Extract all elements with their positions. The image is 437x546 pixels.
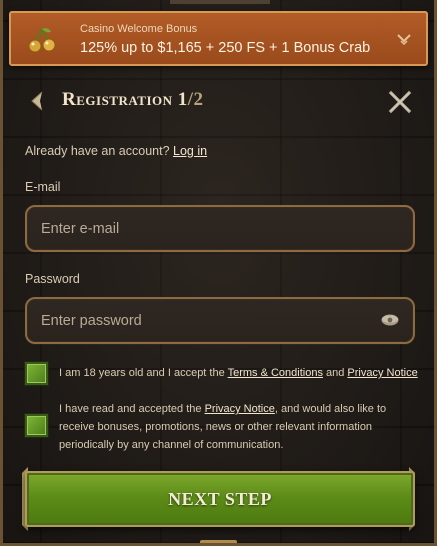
bottom-ornament [200,540,237,546]
arrow-left-icon[interactable] [28,90,48,112]
cherry-icon [28,28,56,53]
terms-checkbox[interactable] [25,362,48,385]
marketing-checkbox[interactable] [25,414,48,437]
step-indicator: /2 [187,89,204,110]
next-step-button[interactable]: NEXT STEP [25,471,415,527]
email-field[interactable] [41,207,371,250]
login-link[interactable]: Log in [173,144,207,158]
terms-consent-text: I am 18 years old and I accept the Terms… [59,364,419,382]
email-field-wrapper[interactable] [25,205,415,252]
login-prompt-text: Already have an account? [25,144,170,158]
login-prompt: Already have an account? Log in [25,144,207,158]
privacy-notice-link[interactable]: Privacy Notice [347,367,417,379]
welcome-bonus-banner[interactable]: Casino Welcome Bonus 125% up to $1,165 +… [9,11,428,66]
email-label: E-mail [25,180,61,194]
consent-text-start: I have read and accepted the [59,403,205,415]
terms-conditions-link[interactable]: Terms & Conditions [228,367,323,379]
close-icon[interactable] [388,90,412,114]
password-label: Password [25,272,80,286]
chevron-down-icon[interactable] [396,32,412,46]
privacy-notice-link[interactable]: Privacy Notice [205,403,275,415]
bonus-offer: 125% up to $1,165 + 250 FS + 1 Bonus Cra… [80,40,371,56]
password-field[interactable] [41,299,371,342]
page-title: Registration 1/2 [62,89,204,111]
eye-icon[interactable] [381,314,399,326]
top-tab-decoration [170,0,270,4]
next-step-label: NEXT STEP [168,488,272,509]
password-field-wrapper[interactable] [25,297,415,344]
page-title-text: Registration 1 [62,89,188,110]
consent-text-start: I am 18 years old and I accept the [59,367,228,379]
bonus-label: Casino Welcome Bonus [80,23,198,35]
consent-text-mid: and [322,367,348,379]
marketing-consent-text: I have read and accepted the Privacy Not… [59,400,419,454]
